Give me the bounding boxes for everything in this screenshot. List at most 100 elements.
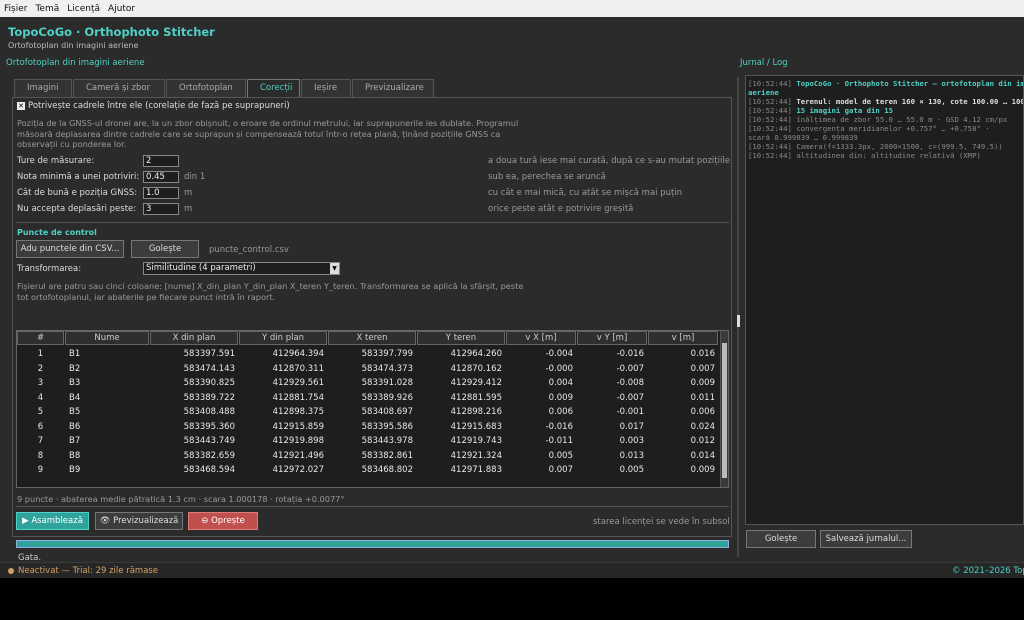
log-message: Camera(f=1333.3px, 2000×1500, c=(999.5, … <box>796 142 1003 151</box>
load-csv-button[interactable]: Adu punctele din CSV... <box>16 240 124 258</box>
preview-button[interactable]: 👁 Previzualizează <box>95 512 183 530</box>
cell-vy: 0.013 <box>619 450 644 461</box>
min-score-label: Nota minimă a unei potriviri: <box>17 172 140 182</box>
log-view[interactable]: [10:52:44] TopoCoGo · Orthophoto Stitche… <box>745 75 1024 525</box>
col-header-x-plan[interactable]: X din plan <box>150 331 238 345</box>
col-header-y-plan[interactable]: Y din plan <box>239 331 327 345</box>
splitter-handle[interactable] <box>737 315 740 327</box>
cell-vx: -0.016 <box>545 421 573 432</box>
cell-vy: -0.007 <box>616 392 644 403</box>
cell-x-ground: 583474.373 <box>361 363 413 374</box>
cell-vx: 0.007 <box>548 465 573 475</box>
cell-vy: -0.016 <box>616 349 644 359</box>
cell-name: B4 <box>69 392 81 403</box>
table-row[interactable]: 6 B6 583395.360 412915.859 583395.586 412915.… <box>17 420 719 435</box>
log-line: [10:52:44] altitudinea din: altitudine r… <box>748 151 1021 160</box>
col-header-vy[interactable]: v Y [m] <box>577 331 647 345</box>
log-message: 15 imagini gata din 15 <box>796 106 893 115</box>
left-panel-title: Ortofotoplan din imagini aeriene <box>6 58 145 68</box>
menu-help[interactable]: Ajutor <box>108 4 135 14</box>
clear-points-button[interactable]: Golește <box>131 240 199 258</box>
cell-index: 4 <box>37 392 44 403</box>
log-timestamp: [10:52:44] <box>748 79 792 88</box>
table-row[interactable]: 7 B7 583443.749 412919.898 583443.978 412919.… <box>17 434 719 449</box>
save-log-button[interactable]: Salvează jurnalul... <box>820 530 912 548</box>
cell-y-ground: 412971.883 <box>450 465 502 475</box>
table-row[interactable]: 3 B3 583390.825 412929.561 583391.028 412929.… <box>17 376 719 391</box>
log-line: scară 0.999839 … 0.999839 <box>748 133 1021 142</box>
cell-vx: -0.000 <box>545 363 573 374</box>
clear-log-button[interactable]: Golește <box>746 530 816 548</box>
cell-x-ground: 583408.697 <box>361 407 413 417</box>
assemble-button[interactable]: ▶ Asamblează <box>16 512 89 530</box>
license-status[interactable]: Neactivat — Trial: 29 zile rămase <box>8 566 158 576</box>
log-message: convergența meridianelor +0.757° … +0.75… <box>796 124 990 133</box>
table-row[interactable]: 5 B5 583408.488 412898.375 583408.697 412898.… <box>17 405 719 420</box>
cell-name: B9 <box>69 465 81 475</box>
cell-index: 5 <box>37 407 44 417</box>
cell-y-ground: 412870.162 <box>450 363 502 374</box>
cell-index: 2 <box>37 363 44 374</box>
license-status-text: Neactivat — Trial: 29 zile rămase <box>18 566 159 576</box>
table-row[interactable]: 8 B8 583382.659 412921.496 583382.861 412921.… <box>17 449 719 464</box>
checkbox-mark-icon[interactable]: ✕ <box>17 102 25 110</box>
col-header-name[interactable]: Nume <box>65 331 149 345</box>
menu-file[interactable]: Fișier <box>4 4 27 14</box>
table-row[interactable]: 1 B1 583397.591 412964.394 583397.799 412964.… <box>17 347 719 362</box>
cell-vx: 0.006 <box>548 407 573 417</box>
transform-select[interactable]: Similitudine (4 parametri) ▼ <box>143 262 340 275</box>
gnss-accuracy-input[interactable]: 1.0 <box>143 187 179 199</box>
log-line: [10:52:44] convergența meridianelor +0.7… <box>748 124 1021 133</box>
log-timestamp: [10:52:44] <box>748 106 792 115</box>
col-header-v[interactable]: v [m] <box>648 331 718 345</box>
min-score-input[interactable]: 0.45 <box>143 171 179 183</box>
col-header-y-ground[interactable]: Y teren <box>417 331 505 345</box>
cell-v: 0.024 <box>690 421 715 432</box>
preview-label: Previzualizează <box>113 516 179 526</box>
log-message: altitudinea din: altitudine relativă (XM… <box>796 151 981 160</box>
tab-preview[interactable]: Previzualizare <box>352 79 434 97</box>
section-divider <box>16 222 729 223</box>
table-row[interactable]: 9 B9 583468.594 412972.027 583468.802 412971.… <box>17 463 719 478</box>
scrollbar-thumb[interactable] <box>722 343 727 478</box>
table-scrollbar[interactable] <box>720 331 728 487</box>
cell-v: 0.009 <box>690 378 715 388</box>
cell-x-ground: 583443.978 <box>361 436 413 446</box>
cell-x-ground: 583395.586 <box>361 421 413 432</box>
cell-vx: -0.004 <box>545 349 573 359</box>
tab-output[interactable]: Ieșire <box>301 79 351 97</box>
cell-x-ground: 583468.802 <box>361 465 413 475</box>
cell-y-plan: 412898.375 <box>272 407 324 417</box>
log-timestamp: [10:52:44] <box>748 97 792 106</box>
cell-x-plan: 583390.825 <box>183 378 235 388</box>
chevron-down-icon[interactable]: ▼ <box>330 263 339 274</box>
progress-bar <box>16 540 729 548</box>
gnss-accuracy-label: Cât de bună e poziția GNSS: <box>17 188 138 198</box>
max-shift-input[interactable]: 3 <box>143 203 179 215</box>
col-header-index[interactable]: # <box>17 331 64 345</box>
passes-label: Ture de măsurare: <box>17 156 95 166</box>
menu-license[interactable]: Licență <box>67 4 100 14</box>
table-row[interactable]: 2 B2 583474.143 412870.311 583474.373 412870.… <box>17 362 719 377</box>
table-row[interactable]: 4 B4 583389.722 412881.754 583389.926 412881.… <box>17 391 719 406</box>
stop-button[interactable]: ⊖ Oprește <box>188 512 258 530</box>
status-dot-icon <box>8 568 14 574</box>
log-timestamp: [10:52:44] <box>748 124 792 133</box>
cell-y-plan: 412919.898 <box>272 436 324 446</box>
log-line: aeriene <box>748 88 1021 97</box>
tab-orthophoto[interactable]: Ortofotoplan <box>166 79 246 97</box>
cell-vy: 0.017 <box>619 421 644 432</box>
csv-file-name: puncte_control.csv <box>209 245 289 255</box>
tab-camera-flight[interactable]: Cameră și zbor <box>73 79 165 97</box>
tab-images[interactable]: Imagini <box>14 79 72 97</box>
match-frames-checkbox[interactable]: ✕ Potrivește cadrele între ele (corelați… <box>17 101 290 111</box>
passes-hint: a doua tură iese mai curată, după ce s-a… <box>488 156 730 166</box>
cell-vx: 0.004 <box>548 378 573 388</box>
menu-theme[interactable]: Temă <box>35 4 59 14</box>
passes-input[interactable]: 2 <box>143 155 179 167</box>
tab-corrections[interactable]: Corecții <box>247 79 300 97</box>
col-header-x-ground[interactable]: X teren <box>328 331 416 345</box>
min-score-unit: din 1 <box>184 172 206 182</box>
log-timestamp: [10:52:44] <box>748 142 792 151</box>
col-header-vx[interactable]: v X [m] <box>506 331 576 345</box>
